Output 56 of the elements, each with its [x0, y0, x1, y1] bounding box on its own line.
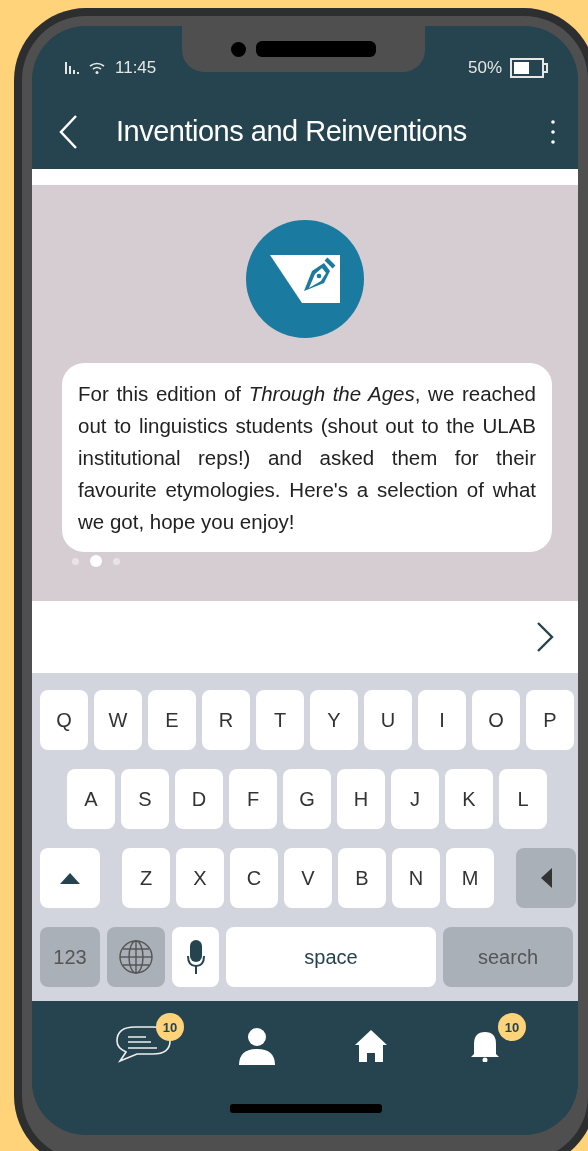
microphone-key[interactable]: [172, 927, 219, 987]
key[interactable]: D: [175, 769, 223, 829]
shift-key[interactable]: [40, 848, 100, 908]
key[interactable]: Q: [40, 690, 88, 750]
wifi-icon: [89, 62, 105, 74]
key[interactable]: M: [446, 848, 494, 908]
key[interactable]: L: [499, 769, 547, 829]
key[interactable]: T: [256, 690, 304, 750]
key[interactable]: K: [445, 769, 493, 829]
home-icon: [354, 1029, 388, 1063]
more-icon: [550, 118, 556, 145]
next-button[interactable]: [536, 621, 554, 653]
key[interactable]: E: [148, 690, 196, 750]
globe-icon: [118, 939, 154, 975]
back-button[interactable]: [58, 113, 78, 150]
key[interactable]: H: [337, 769, 385, 829]
back-icon: [58, 113, 78, 150]
caret-up-icon: [60, 872, 80, 884]
more-button[interactable]: [550, 118, 556, 145]
chevron-right-icon: [536, 621, 554, 653]
count-badge: 10: [156, 1013, 184, 1041]
key[interactable]: C: [230, 848, 278, 908]
key[interactable]: V: [284, 848, 332, 908]
page-title: Inventions and Reinventions: [116, 115, 468, 148]
count-badge: 10: [498, 1013, 526, 1041]
person-icon: [238, 1027, 276, 1065]
nav-tab[interactable]: 10: [452, 1013, 526, 1071]
key[interactable]: B: [338, 848, 386, 908]
nav-tab[interactable]: 10: [110, 1013, 184, 1071]
carousel-dot[interactable]: [90, 555, 102, 567]
key[interactable]: I: [418, 690, 466, 750]
backspace-key[interactable]: [516, 848, 576, 908]
battery-icon: [510, 58, 548, 78]
battery-percent: 50%: [467, 58, 502, 78]
signal-icon: [65, 62, 79, 74]
key[interactable]: U: [364, 690, 412, 750]
key[interactable]: N: [392, 848, 440, 908]
key[interactable]: G: [283, 769, 331, 829]
caret-left-icon: [540, 868, 552, 888]
space-key[interactable]: space: [226, 927, 436, 987]
key[interactable]: Y: [310, 690, 358, 750]
key[interactable]: P: [526, 690, 574, 750]
microphone-icon: [186, 940, 205, 974]
key[interactable]: O: [472, 690, 520, 750]
status-time: 11:45: [115, 58, 157, 78]
message-text: For this edition of Through the Ages, we reached out to linguistics students (shout out to the ULAB institutional reps!) and asked them for their favourite etymologies. Here's a selection of what we got, hope you enjoy!: [62, 363, 552, 552]
key[interactable]: J: [391, 769, 439, 829]
key[interactable]: X: [176, 848, 224, 908]
key[interactable]: R: [202, 690, 250, 750]
bell-icon: [470, 1030, 500, 1062]
key[interactable]: Z: [122, 848, 170, 908]
key[interactable]: S: [121, 769, 169, 829]
globe-key[interactable]: [107, 927, 165, 987]
key[interactable]: W: [94, 690, 142, 750]
key[interactable]: A: [67, 769, 115, 829]
key[interactable]: F: [229, 769, 277, 829]
